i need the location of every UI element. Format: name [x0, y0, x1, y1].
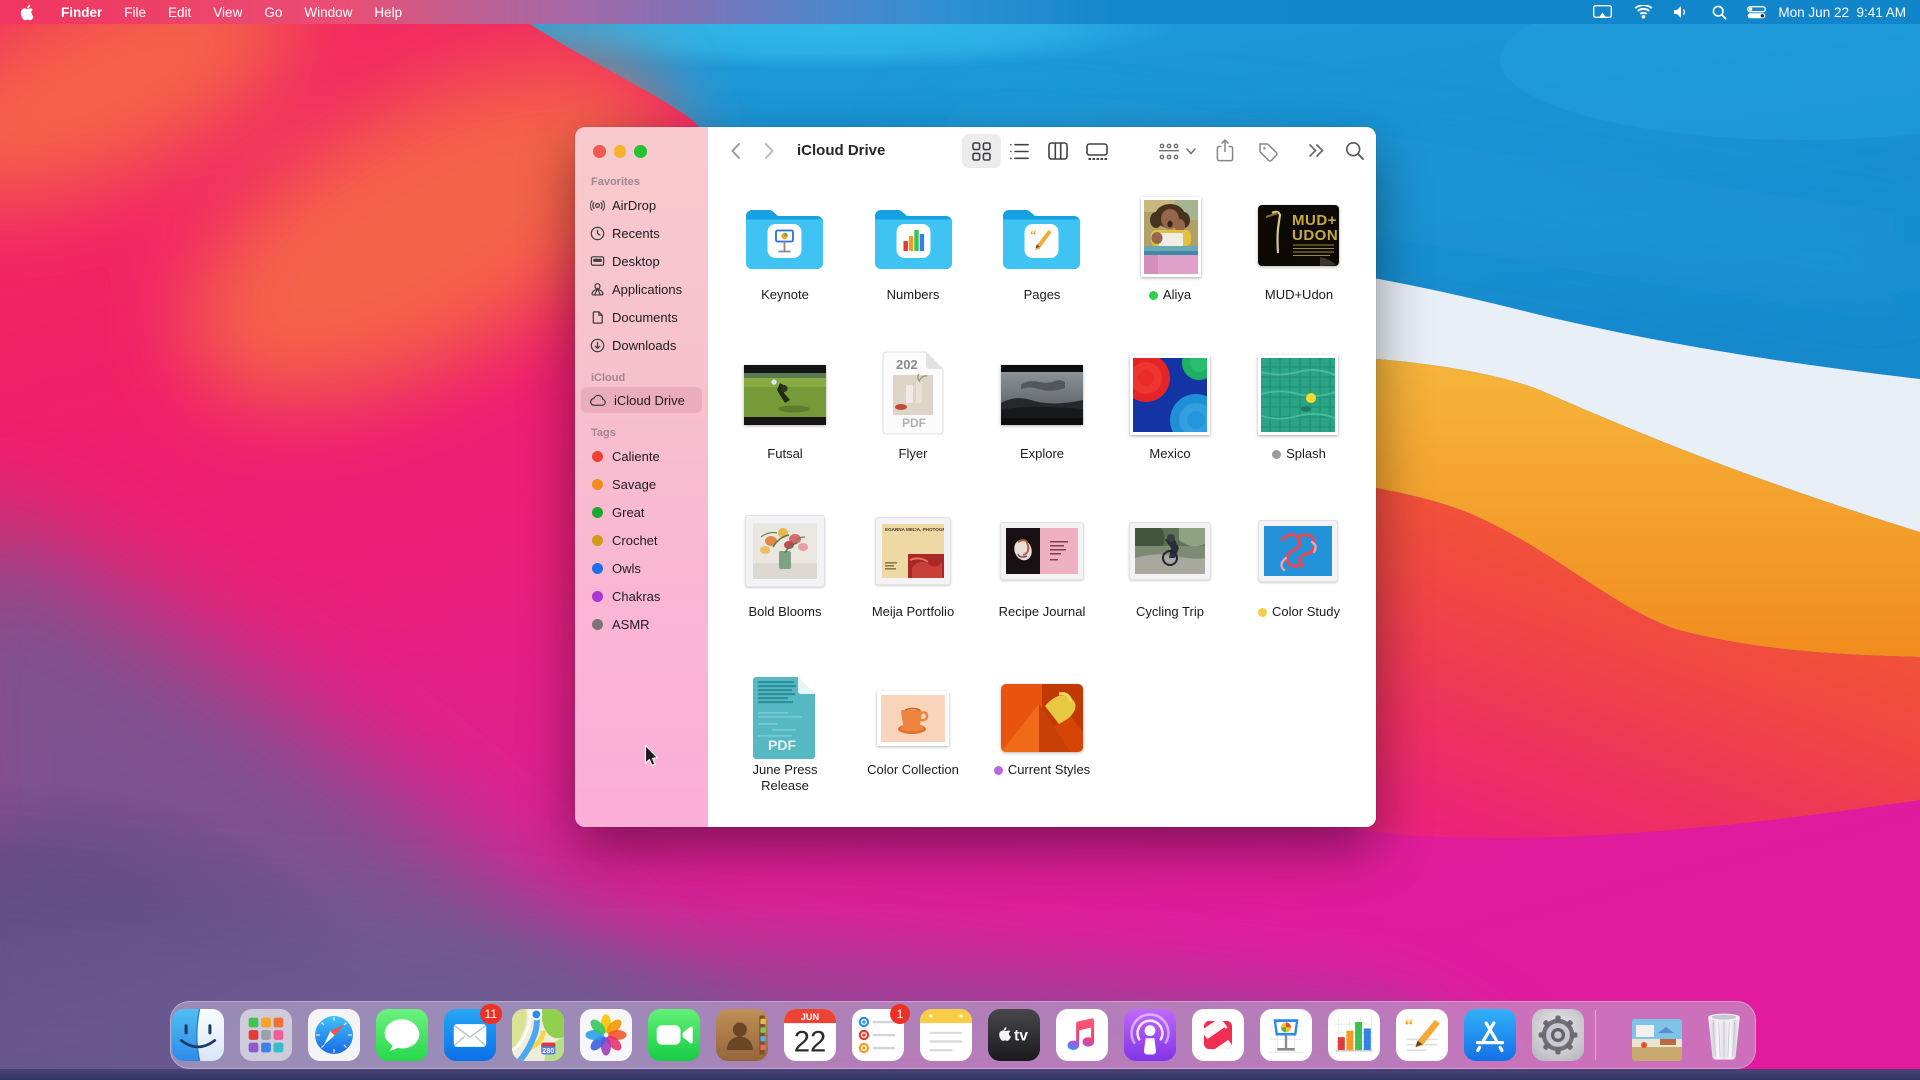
svg-text:280: 280 — [542, 1048, 554, 1055]
svg-text:202: 202 — [896, 357, 918, 372]
svg-text:JUN: JUN — [801, 1012, 820, 1022]
svg-text:“: “ — [1405, 1016, 1414, 1035]
svg-text:“: “ — [1030, 227, 1037, 242]
svg-text:PDF: PDF — [768, 737, 796, 753]
svg-text:tv: tv — [1014, 1027, 1028, 1044]
svg-text:EGARNA MEIJA, PHOTOGRAPHY: EGARNA MEIJA, PHOTOGRAPHY — [885, 527, 944, 532]
svg-text:PDF: PDF — [902, 416, 926, 430]
svg-text:UDON: UDON — [1292, 227, 1338, 244]
svg-text:22: 22 — [794, 1026, 827, 1058]
